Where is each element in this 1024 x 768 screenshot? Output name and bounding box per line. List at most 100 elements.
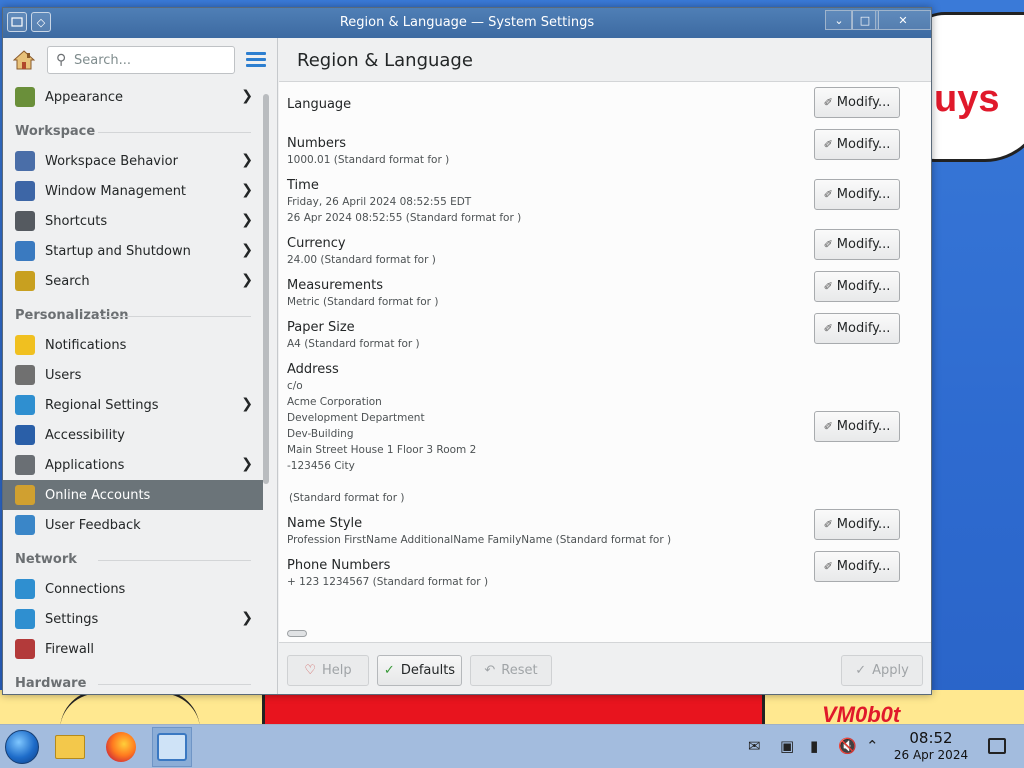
close-button[interactable]: ✕: [875, 10, 931, 30]
edit-icon: ✐: [823, 238, 833, 251]
modify-phone-numbers-button[interactable]: ✐ Modify...: [814, 551, 900, 582]
modify-name-style-button[interactable]: ✐ Modify...: [814, 509, 900, 540]
modify-paper-size-button[interactable]: ✐ Modify...: [814, 313, 900, 344]
sidebar-item-label: Search: [45, 273, 90, 289]
sidebar-scrollbar[interactable]: [263, 94, 269, 484]
sidebar-item-label: Online Accounts: [45, 487, 151, 503]
sidebar-item-connections[interactable]: Connections: [3, 574, 263, 604]
name-style-label: Name Style: [287, 516, 363, 531]
file-manager-task[interactable]: [50, 727, 90, 767]
tray-expand-icon[interactable]: ⌃: [866, 737, 879, 755]
main-pane: Region & Language Language ✐ Modify... Nu…: [279, 38, 931, 694]
modify-address-button[interactable]: ✐ Modify...: [814, 411, 900, 442]
sidebar-item-label: Regional Settings: [45, 397, 159, 413]
chevron-right-icon: ❯: [241, 242, 253, 258]
sidebar-item-workspace-behavior[interactable]: Workspace Behavior ❯: [3, 146, 263, 176]
defaults-button[interactable]: ✓ Defaults: [377, 655, 462, 686]
address-format: (Standard format for ): [289, 492, 405, 504]
address-line: Acme Corporation: [287, 396, 382, 408]
sidebar-item-accessibility[interactable]: Accessibility: [3, 420, 263, 450]
address-line: Main Street House 1 Floor 3 Room 2: [287, 444, 477, 456]
main-header: Region & Language: [279, 38, 931, 82]
wallpaper-figure: [60, 690, 200, 724]
sidebar-item-notifications[interactable]: Notifications: [3, 330, 263, 360]
sidebar-item-users[interactable]: Users: [3, 360, 263, 390]
modify-currency-button[interactable]: ✐ Modify...: [814, 229, 900, 260]
address-line: Dev-Building: [287, 428, 354, 440]
currency-label: Currency: [287, 236, 346, 251]
battery-tray-icon[interactable]: ▮: [810, 737, 818, 755]
chevron-right-icon: ❯: [241, 212, 253, 228]
home-icon[interactable]: [13, 50, 35, 70]
window-titlebar[interactable]: ◇ Region & Language — System Settings ⌄ …: [3, 8, 931, 38]
sidebar-item-settings[interactable]: Settings ❯: [3, 604, 263, 634]
folder-icon: [55, 735, 85, 759]
modify-language-button[interactable]: ✐ Modify...: [814, 87, 900, 118]
page-title: Region & Language: [297, 50, 473, 71]
firewall-icon: [15, 639, 35, 659]
modify-numbers-button[interactable]: ✐ Modify...: [814, 129, 900, 160]
edit-icon: ✐: [823, 96, 833, 109]
paper-size-label: Paper Size: [287, 320, 355, 335]
help-button[interactable]: ♡ Help: [287, 655, 369, 686]
clock-time[interactable]: 08:52: [895, 729, 967, 747]
sidebar-item-shortcuts[interactable]: Shortcuts ❯: [3, 206, 263, 236]
wallpaper-cloud-text: uys: [934, 78, 1000, 120]
sidebar-item-firewall[interactable]: Firewall: [3, 634, 263, 664]
numbers-value: 1000.01 (Standard format for ): [287, 154, 450, 166]
apply-button[interactable]: ✓ Apply: [841, 655, 923, 686]
accessibility-icon: [15, 425, 35, 445]
reset-button[interactable]: ↶ Reset: [470, 655, 552, 686]
sidebar-item-startup-and-shutdown[interactable]: Startup and Shutdown ❯: [3, 236, 263, 266]
measurements-value: Metric (Standard format for ): [287, 296, 439, 308]
sidebar-item-label: Users: [45, 367, 82, 383]
sidebar-item-user-feedback[interactable]: User Feedback: [3, 510, 263, 540]
firefox-task[interactable]: [101, 727, 141, 767]
clipboard-tray-icon[interactable]: ▣: [780, 737, 794, 755]
category-header: Network: [3, 540, 263, 574]
notifications-tray-icon[interactable]: ✉: [748, 737, 761, 755]
wallpaper-red-block: [262, 692, 765, 724]
system-settings-window: ◇ Region & Language — System Settings ⌄ …: [2, 7, 932, 695]
sidebar-item-search[interactable]: Search ❯: [3, 266, 263, 296]
sidebar-item-window-management[interactable]: Window Management ❯: [3, 176, 263, 206]
clock-date[interactable]: 26 Apr 2024: [890, 748, 972, 762]
sidebar-item-regional-settings[interactable]: Regional Settings ❯: [3, 390, 263, 420]
sidebar-item-online-accounts[interactable]: Online Accounts: [3, 480, 263, 510]
search-icon: ⚲: [56, 52, 67, 68]
show-desktop-icon[interactable]: [988, 738, 1006, 754]
chevron-right-icon: ❯: [241, 456, 253, 472]
hamburger-menu-icon[interactable]: [246, 52, 266, 68]
sidebar-item-label: Accessibility: [45, 427, 125, 443]
address-line: -123456 City: [287, 460, 355, 472]
sidebar-header: ⚲: [3, 38, 277, 82]
sidebar-item-label: Firewall: [45, 641, 95, 657]
search-field[interactable]: ⚲: [47, 46, 235, 74]
sidebar-item-label: Notifications: [45, 337, 127, 353]
volume-muted-icon[interactable]: 🔇: [838, 737, 857, 755]
workspace-behavior-icon: [15, 151, 35, 171]
modify-time-button[interactable]: ✐ Modify...: [814, 179, 900, 210]
time-label: Time: [287, 178, 319, 193]
sidebar-item-label: Connections: [45, 581, 126, 597]
wallpaper-corner-text: VM0b0t: [822, 702, 901, 724]
bell-icon: [15, 335, 35, 355]
settings-list: Language ✐ Modify... Numbers 1000.01 (Sta…: [279, 82, 919, 642]
address-line: c/o: [287, 380, 303, 392]
horizontal-scrollbar[interactable]: [287, 630, 307, 637]
sidebar-item-label: Appearance: [45, 89, 124, 105]
taskbar: ✉ ▣ ▮ 🔇 ⌃ 08:52 26 Apr 2024: [0, 724, 1024, 768]
sidebar: ⚲ Appearance❯WorkspaceWorkspace Behavior…: [3, 38, 278, 694]
edit-icon: ✐: [823, 420, 833, 433]
system-settings-task[interactable]: [152, 727, 192, 767]
defaults-icon: ✓: [383, 663, 395, 678]
globe-icon: [15, 395, 35, 415]
modify-measurements-button[interactable]: ✐ Modify...: [814, 271, 900, 302]
sidebar-item-applications[interactable]: Applications ❯: [3, 450, 263, 480]
start-menu-button[interactable]: [2, 727, 42, 767]
category-header: Workspace: [3, 112, 263, 146]
sidebar-item-appearance[interactable]: Appearance ❯: [3, 82, 263, 112]
minimize-button[interactable]: ⌄: [825, 10, 853, 30]
applications-icon: [15, 455, 35, 475]
search-input[interactable]: [74, 51, 229, 69]
